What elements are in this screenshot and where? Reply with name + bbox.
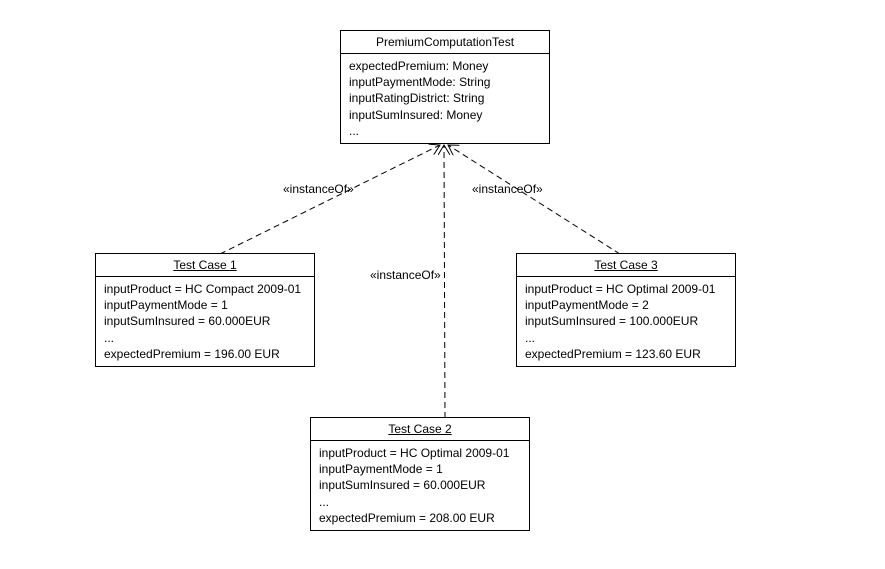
instance-slot: expectedPremium = 208.00 EUR — [319, 510, 521, 526]
instance-title: Test Case 2 — [311, 418, 529, 441]
instance-slot: expectedPremium = 196.00 EUR — [104, 346, 306, 362]
instance-title: Test Case 1 — [96, 254, 314, 277]
class-premium-computation-test: PremiumComputationTest expectedPremium: … — [340, 30, 550, 144]
class-title: PremiumComputationTest — [341, 31, 549, 54]
instance-slot: inputSumInsured = 100.000EUR — [525, 313, 727, 329]
stereotype-label-2: «instanceOf» — [370, 268, 441, 282]
instance-slot: ... — [525, 330, 727, 346]
instance-slot: inputProduct = HC Optimal 2009-01 — [525, 281, 727, 297]
instance-slot: inputSumInsured = 60.000EUR — [104, 313, 306, 329]
instance-slot: inputPaymentMode = 2 — [525, 297, 727, 313]
instance-test-case-1: Test Case 1 inputProduct = HC Compact 20… — [95, 253, 315, 367]
instance-body: inputProduct = HC Optimal 2009-01 inputP… — [517, 277, 735, 366]
instance-slot: inputPaymentMode = 1 — [104, 297, 306, 313]
instance-body: inputProduct = HC Optimal 2009-01 inputP… — [311, 441, 529, 530]
instance-slot: inputProduct = HC Optimal 2009-01 — [319, 445, 521, 461]
instance-body: inputProduct = HC Compact 2009-01 inputP… — [96, 277, 314, 366]
instance-test-case-3: Test Case 3 inputProduct = HC Optimal 20… — [516, 253, 736, 367]
class-body: expectedPremium: Money inputPaymentMode:… — [341, 54, 549, 143]
instance-slot: ... — [319, 494, 521, 510]
class-attr: ... — [349, 123, 541, 139]
stereotype-label-1: «instanceOf» — [283, 182, 354, 196]
class-attr: inputSumInsured: Money — [349, 107, 541, 123]
instance-test-case-2: Test Case 2 inputProduct = HC Optimal 20… — [310, 417, 530, 531]
instance-slot: ... — [104, 330, 306, 346]
instance-title: Test Case 3 — [517, 254, 735, 277]
instance-slot: inputSumInsured = 60.000EUR — [319, 477, 521, 493]
instance-slot: inputPaymentMode = 1 — [319, 461, 521, 477]
class-attr: inputRatingDistrict: String — [349, 90, 541, 106]
instance-slot: expectedPremium = 123.60 EUR — [525, 346, 727, 362]
stereotype-label-3: «instanceOf» — [472, 182, 543, 196]
instance-slot: inputProduct = HC Compact 2009-01 — [104, 281, 306, 297]
class-attr: expectedPremium: Money — [349, 58, 541, 74]
class-attr: inputPaymentMode: String — [349, 74, 541, 90]
